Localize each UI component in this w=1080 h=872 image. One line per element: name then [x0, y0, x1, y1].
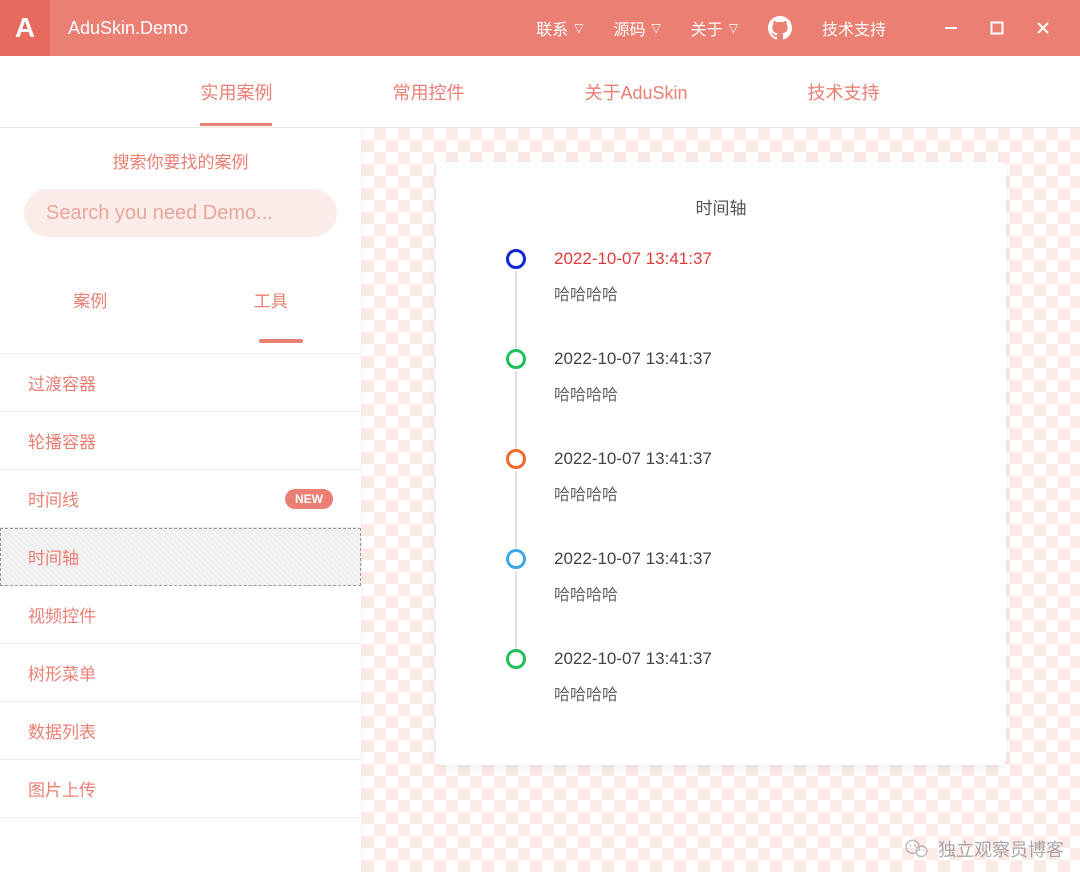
list-item[interactable]: 时间线 NEW [0, 470, 361, 528]
card-title: 时间轴 [476, 194, 966, 219]
window-controls [928, 0, 1066, 56]
tab-support[interactable]: 技术支持 [808, 59, 880, 125]
chevron-down-icon: ▽ [729, 21, 738, 35]
menu-about[interactable]: 关于 ▽ [691, 16, 738, 40]
list-item-label: 过渡容器 [28, 370, 96, 395]
list-item-label: 视频控件 [28, 602, 96, 627]
sidebar-sub-tabs: 案例 工具 [0, 273, 361, 326]
list-item[interactable]: 树形菜单 [0, 644, 361, 702]
timeline-time: 2022-10-07 13:41:37 [554, 549, 966, 569]
timeline-desc: 哈哈哈哈 [554, 581, 966, 605]
menu-support[interactable]: 技术支持 [822, 16, 886, 40]
timeline-time: 2022-10-07 13:41:37 [554, 349, 966, 369]
search-label: 搜索你要找的案例 [0, 148, 361, 173]
titlebar: A AduSkin.Demo 联系 ▽ 源码 ▽ 关于 ▽ 技术支持 [0, 0, 1080, 56]
menu-source-label: 源码 [613, 16, 645, 40]
body: 搜索你要找的案例 案例 工具 过渡容器 轮播容器 时间线 NEW 时间轴 [0, 128, 1080, 872]
timeline-time: 2022-10-07 13:41:37 [554, 249, 966, 269]
list-item-label: 数据列表 [28, 718, 96, 743]
sidebar: 搜索你要找的案例 案例 工具 过渡容器 轮播容器 时间线 NEW 时间轴 [0, 128, 362, 872]
timeline-item: 2022-10-07 13:41:37 哈哈哈哈 [506, 649, 966, 705]
menu-support-label: 技术支持 [822, 16, 886, 40]
list-item-label: 图片上传 [28, 776, 96, 801]
app-title: AduSkin.Demo [68, 18, 188, 39]
list-item[interactable]: 数据列表 [0, 702, 361, 760]
timeline-item: 2022-10-07 13:41:37 哈哈哈哈 [506, 349, 966, 449]
chevron-down-icon: ▽ [574, 21, 583, 35]
timeline-item: 2022-10-07 13:41:37 哈哈哈哈 [506, 449, 966, 549]
timeline-dot-icon [506, 349, 526, 369]
timeline: 2022-10-07 13:41:37哈哈哈哈2022-10-07 13:41:… [506, 249, 966, 705]
content-area: 时间轴 2022-10-07 13:41:37哈哈哈哈2022-10-07 13… [362, 128, 1080, 872]
list-item[interactable]: 视频控件 [0, 586, 361, 644]
chevron-down-icon: ▽ [652, 21, 661, 35]
list-item[interactable]: 过渡容器 [0, 354, 361, 412]
timeline-desc: 哈哈哈哈 [554, 281, 966, 305]
list-item[interactable]: 时间轴 [0, 528, 361, 586]
list-item[interactable]: 轮播容器 [0, 412, 361, 470]
minimize-button[interactable] [928, 0, 974, 56]
timeline-card: 时间轴 2022-10-07 13:41:37哈哈哈哈2022-10-07 13… [436, 162, 1006, 765]
timeline-desc: 哈哈哈哈 [554, 481, 966, 505]
timeline-dot-icon [506, 549, 526, 569]
timeline-item: 2022-10-07 13:41:37 哈哈哈哈 [506, 249, 966, 349]
tab-examples[interactable]: 实用案例 [200, 59, 272, 125]
tool-underline [259, 339, 303, 343]
list-fragment [0, 326, 361, 354]
github-icon [768, 16, 792, 40]
search-wrap [0, 173, 361, 245]
timeline-desc: 哈哈哈哈 [554, 381, 966, 405]
sub-tab-cases[interactable]: 案例 [0, 273, 181, 326]
list-item-label: 树形菜单 [28, 660, 96, 685]
timeline-time: 2022-10-07 13:41:37 [554, 649, 966, 669]
timeline-dot-icon [506, 649, 526, 669]
list-item-label: 时间线 [28, 486, 79, 511]
app-logo: A [0, 0, 50, 56]
tab-about-aduskin[interactable]: 关于AduSkin [584, 59, 687, 125]
timeline-item: 2022-10-07 13:41:37 哈哈哈哈 [506, 549, 966, 649]
menu-contact-label: 联系 [536, 16, 568, 40]
menu-source[interactable]: 源码 ▽ [613, 16, 660, 40]
menu-github[interactable] [768, 16, 792, 40]
timeline-dot-icon [506, 449, 526, 469]
main-tabs: 实用案例 常用控件 关于AduSkin 技术支持 [0, 56, 1080, 128]
list-item-label: 轮播容器 [28, 428, 96, 453]
new-badge: NEW [285, 489, 333, 509]
sidebar-list[interactable]: 过渡容器 轮播容器 时间线 NEW 时间轴 视频控件 树形菜单 数据列表 图 [0, 326, 361, 872]
titlebar-menu: 联系 ▽ 源码 ▽ 关于 ▽ 技术支持 [536, 0, 1080, 56]
timeline-time: 2022-10-07 13:41:37 [554, 449, 966, 469]
timeline-dot-icon [506, 249, 526, 269]
list-item-label: 时间轴 [28, 544, 79, 569]
maximize-button[interactable] [974, 0, 1020, 56]
sub-tab-tools[interactable]: 工具 [181, 273, 362, 326]
tab-controls[interactable]: 常用控件 [392, 59, 464, 125]
list-item[interactable]: 图片上传 [0, 760, 361, 818]
timeline-desc: 哈哈哈哈 [554, 681, 966, 705]
menu-contact[interactable]: 联系 ▽ [536, 16, 583, 40]
close-button[interactable] [1020, 0, 1066, 56]
menu-about-label: 关于 [691, 16, 723, 40]
search-input[interactable] [24, 189, 337, 237]
